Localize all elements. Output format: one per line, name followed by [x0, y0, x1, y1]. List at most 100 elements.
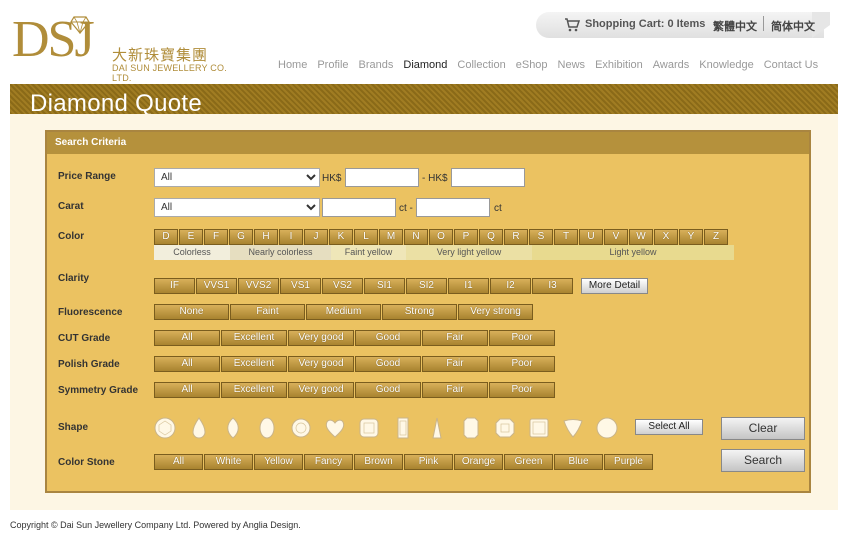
- color-p-button[interactable]: P: [454, 229, 478, 245]
- color-d-button[interactable]: D: [154, 229, 178, 245]
- price-range-select[interactable]: All: [154, 168, 320, 187]
- cut-poor-button[interactable]: Poor: [489, 330, 555, 346]
- lang-traditional-chinese[interactable]: 繁體中文: [713, 18, 757, 34]
- shape-circle-icon[interactable]: [594, 416, 620, 440]
- shape-round-icon[interactable]: [152, 416, 178, 440]
- symmetry-very-good-button[interactable]: Very good: [288, 382, 354, 398]
- color-o-button[interactable]: O: [429, 229, 453, 245]
- color-t-button[interactable]: T: [554, 229, 578, 245]
- shape-trillion-icon[interactable]: [424, 416, 450, 440]
- stone-white-button[interactable]: White: [204, 454, 253, 470]
- cut-all-button[interactable]: All: [154, 330, 220, 346]
- logo[interactable]: DSJ 大新珠寶集團 DAI SUN JEWELLERY CO. LTD.: [12, 12, 237, 84]
- symmetry-poor-button[interactable]: Poor: [489, 382, 555, 398]
- clarity-i1-button[interactable]: I1: [448, 278, 489, 294]
- stone-purple-button[interactable]: Purple: [604, 454, 653, 470]
- symmetry-excellent-button[interactable]: Excellent: [221, 382, 287, 398]
- clarity-vs2-button[interactable]: VS2: [322, 278, 363, 294]
- shape-emerald-icon[interactable]: [390, 416, 416, 440]
- nav-item-news[interactable]: News: [558, 59, 586, 71]
- clarity-i3-button[interactable]: I3: [532, 278, 573, 294]
- shape-pear-icon[interactable]: [186, 416, 212, 440]
- select-all-shapes-button[interactable]: Select All: [635, 419, 703, 435]
- nav-item-profile[interactable]: Profile: [317, 59, 348, 71]
- fluorescence-none-button[interactable]: None: [154, 304, 229, 320]
- stone-green-button[interactable]: Green: [504, 454, 553, 470]
- color-y-button[interactable]: Y: [679, 229, 703, 245]
- shape-asscher-icon[interactable]: [492, 416, 518, 440]
- color-f-button[interactable]: F: [204, 229, 228, 245]
- polish-excellent-button[interactable]: Excellent: [221, 356, 287, 372]
- color-x-button[interactable]: X: [654, 229, 678, 245]
- symmetry-fair-button[interactable]: Fair: [422, 382, 488, 398]
- nav-item-eshop[interactable]: eShop: [516, 59, 548, 71]
- clarity-i2-button[interactable]: I2: [490, 278, 531, 294]
- clarity-vvs1-button[interactable]: VVS1: [196, 278, 237, 294]
- stone-brown-button[interactable]: Brown: [354, 454, 403, 470]
- stone-yellow-button[interactable]: Yellow: [254, 454, 303, 470]
- color-j-button[interactable]: J: [304, 229, 328, 245]
- fluorescence-faint-button[interactable]: Faint: [230, 304, 305, 320]
- stone-all-button[interactable]: All: [154, 454, 203, 470]
- stone-orange-button[interactable]: Orange: [454, 454, 503, 470]
- nav-item-diamond[interactable]: Diamond: [403, 59, 447, 71]
- shape-cushion-round-icon[interactable]: [288, 416, 314, 440]
- nav-item-contact-us[interactable]: Contact Us: [764, 59, 818, 71]
- carat-select[interactable]: All: [154, 198, 320, 217]
- fluorescence-medium-button[interactable]: Medium: [306, 304, 381, 320]
- price-min-input[interactable]: [345, 168, 419, 187]
- clarity-if-button[interactable]: IF: [154, 278, 195, 294]
- cut-good-button[interactable]: Good: [355, 330, 421, 346]
- shape-trilliant-icon[interactable]: [560, 416, 586, 440]
- nav-item-collection[interactable]: Collection: [457, 59, 505, 71]
- stone-blue-button[interactable]: Blue: [554, 454, 603, 470]
- nav-item-knowledge[interactable]: Knowledge: [699, 59, 753, 71]
- color-z-button[interactable]: Z: [704, 229, 728, 245]
- more-detail-button[interactable]: More Detail: [581, 278, 648, 294]
- stone-pink-button[interactable]: Pink: [404, 454, 453, 470]
- shape-radiant-icon[interactable]: [458, 416, 484, 440]
- polish-fair-button[interactable]: Fair: [422, 356, 488, 372]
- color-e-button[interactable]: E: [179, 229, 203, 245]
- color-r-button[interactable]: R: [504, 229, 528, 245]
- nav-item-home[interactable]: Home: [278, 59, 307, 71]
- shape-princess-icon[interactable]: [356, 416, 382, 440]
- color-s-button[interactable]: S: [529, 229, 553, 245]
- search-button[interactable]: Search: [721, 449, 805, 472]
- price-max-input[interactable]: [451, 168, 525, 187]
- color-i-button[interactable]: I: [279, 229, 303, 245]
- cut-fair-button[interactable]: Fair: [422, 330, 488, 346]
- cut-excellent-button[interactable]: Excellent: [221, 330, 287, 346]
- symmetry-all-button[interactable]: All: [154, 382, 220, 398]
- shopping-cart-link[interactable]: Shopping Cart: 0 Items: [585, 18, 705, 30]
- polish-good-button[interactable]: Good: [355, 356, 421, 372]
- clarity-vs1-button[interactable]: VS1: [280, 278, 321, 294]
- lang-simplified-chinese[interactable]: 简体中文: [771, 18, 815, 34]
- color-m-button[interactable]: M: [379, 229, 403, 245]
- color-h-button[interactable]: H: [254, 229, 278, 245]
- nav-item-awards[interactable]: Awards: [653, 59, 689, 71]
- color-l-button[interactable]: L: [354, 229, 378, 245]
- polish-very-good-button[interactable]: Very good: [288, 356, 354, 372]
- shape-oval-icon[interactable]: [254, 416, 280, 440]
- color-u-button[interactable]: U: [579, 229, 603, 245]
- symmetry-good-button[interactable]: Good: [355, 382, 421, 398]
- shape-cushion-icon[interactable]: [526, 416, 552, 440]
- polish-poor-button[interactable]: Poor: [489, 356, 555, 372]
- clarity-si1-button[interactable]: SI1: [364, 278, 405, 294]
- carat-max-input[interactable]: [416, 198, 490, 217]
- polish-all-button[interactable]: All: [154, 356, 220, 372]
- shopping-cart-icon[interactable]: [564, 18, 580, 32]
- shape-marquise-icon[interactable]: [220, 416, 246, 440]
- stone-fancy-button[interactable]: Fancy: [304, 454, 353, 470]
- clear-button[interactable]: Clear: [721, 417, 805, 440]
- fluorescence-very-strong-button[interactable]: Very strong: [458, 304, 533, 320]
- clarity-vvs2-button[interactable]: VVS2: [238, 278, 279, 294]
- color-g-button[interactable]: G: [229, 229, 253, 245]
- nav-item-exhibition[interactable]: Exhibition: [595, 59, 643, 71]
- fluorescence-strong-button[interactable]: Strong: [382, 304, 457, 320]
- color-k-button[interactable]: K: [329, 229, 353, 245]
- shape-heart-icon[interactable]: [322, 416, 348, 440]
- clarity-si2-button[interactable]: SI2: [406, 278, 447, 294]
- cut-very-good-button[interactable]: Very good: [288, 330, 354, 346]
